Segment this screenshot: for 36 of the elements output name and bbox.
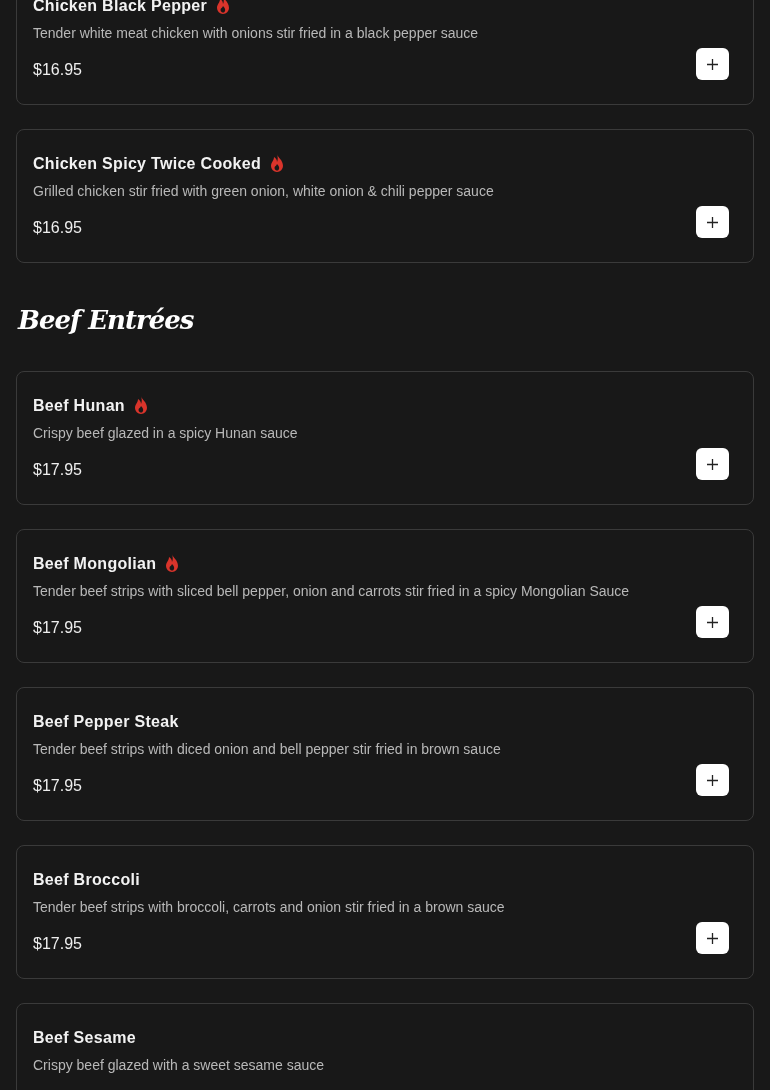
add-button[interactable] [696,48,729,80]
item-name: Beef Pepper Steak [33,713,179,731]
item-price: $17.95 [33,461,82,479]
item-description: Tender beef strips with broccoli, carrots and onion stir fried in a brown sauce [33,898,506,916]
item-name: Beef Broccoli [33,871,141,889]
item-price: $17.95 [33,777,82,795]
plus-icon [707,58,718,70]
flame-icon [269,154,285,174]
flame-icon [132,396,149,416]
item-price: $16.95 [33,219,82,237]
item-name: Beef Hunan [33,397,125,415]
item-price: $17.95 [33,619,82,637]
item-name: Chicken Black Pepper [33,0,208,15]
section-heading: Beef Entrées [18,305,195,335]
item-name: Beef Sesame [33,1029,136,1047]
add-button[interactable] [696,922,729,954]
item-description: Tender white meat chicken with onions stir fried in a black pepper sauce [33,24,480,42]
flame-icon [164,554,181,574]
item-name: Chicken Spicy Twice Cooked [33,155,261,173]
item-description: Crispy beef glazed with a sweet sesame sauce [33,1056,326,1074]
item-name: Beef Mongolian [33,555,157,573]
add-button[interactable] [696,206,729,238]
item-description: Tender beef strips with diced onion and bell pepper stir fried in brown sauce [33,740,502,758]
plus-icon [707,616,718,628]
item-price: $17.95 [33,935,82,953]
add-button[interactable] [696,448,729,480]
item-description: Tender beef strips with sliced bell pepper, onion and carrots stir fried in a spicy Mongolian Sauce [33,582,631,600]
plus-icon [707,216,718,228]
item-price: $16.95 [33,61,82,79]
plus-icon [707,774,718,786]
item-description: Crispy beef glazed in a spicy Hunan sauce [33,424,299,442]
add-button[interactable] [696,764,729,796]
plus-icon [707,932,718,944]
plus-icon [707,458,718,470]
item-description: Grilled chicken stir fried with green onion, white onion & chili pepper sauce [33,182,495,200]
add-button[interactable] [696,606,729,638]
